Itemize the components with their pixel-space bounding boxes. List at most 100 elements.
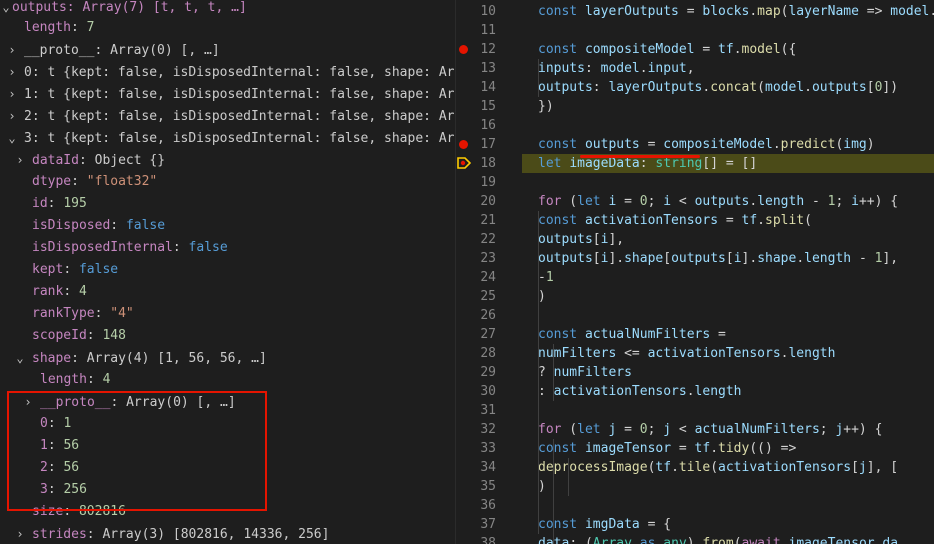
line-number[interactable]: 13: [456, 59, 496, 78]
chevron-down-icon[interactable]: ⌄: [14, 347, 26, 369]
line-number[interactable]: 23: [456, 249, 496, 268]
chevron-right-icon[interactable]: ›: [6, 39, 18, 61]
line-number[interactable]: 34: [456, 458, 496, 477]
code-text: const actualNumFilters =: [538, 327, 726, 342]
var-strides[interactable]: › strides: Array(3) [802816, 14336, 256]: [0, 523, 455, 544]
chevron-right-icon[interactable]: ›: [6, 61, 18, 83]
code-text: numFilters <= activationTensors.length: [538, 346, 836, 361]
code-line[interactable]: 24 -1: [456, 268, 934, 287]
var-item-0[interactable]: › 0: t {kept: false, isDisposedInternal: …: [0, 61, 455, 83]
line-number[interactable]: 36: [456, 496, 496, 515]
code-line[interactable]: 14 outputs: layerOutputs.concat(model.ou…: [456, 78, 934, 97]
var-item-2[interactable]: › 2: t {kept: false, isDisposedInternal: …: [0, 105, 455, 127]
var-isDisposed[interactable]: isDisposed: false: [0, 215, 455, 237]
var-shape-length[interactable]: length: 4: [0, 369, 455, 391]
line-number[interactable]: 16: [456, 116, 496, 135]
code-line[interactable]: 35 ): [456, 477, 934, 496]
code-line[interactable]: 23 outputs[i].shape[outputs[i].shape.len…: [456, 249, 934, 268]
line-number[interactable]: 20: [456, 192, 496, 211]
chevron-right-icon[interactable]: ›: [6, 105, 18, 127]
line-number[interactable]: 21: [456, 211, 496, 230]
line-number[interactable]: 29: [456, 363, 496, 382]
var-dataId[interactable]: › dataId: Object {}: [0, 149, 455, 171]
var-size[interactable]: size: 802816: [0, 501, 455, 523]
code-line[interactable]: 30 : activationTensors.length: [456, 382, 934, 401]
var-kept[interactable]: kept: false: [0, 259, 455, 281]
code-line[interactable]: 12 const compositeModel = tf.model({: [456, 40, 934, 59]
var-shape-proto[interactable]: › __proto__: Array(0) [, …]: [0, 391, 455, 413]
var-isDisposedInternal[interactable]: isDisposedInternal: false: [0, 237, 455, 259]
line-number[interactable]: 30: [456, 382, 496, 401]
line-number[interactable]: 38: [456, 534, 496, 544]
var-item-1[interactable]: › 1: t {kept: false, isDisposedInternal: …: [0, 83, 455, 105]
code-line[interactable]: 10 const layerOutputs = blocks.map(layerN…: [456, 2, 934, 21]
code-line[interactable]: 20 for (let i = 0; i < outputs.length - 1…: [456, 192, 934, 211]
code-line[interactable]: 33 const imageTensor = tf.tidy(() =>: [456, 439, 934, 458]
line-number[interactable]: 31: [456, 401, 496, 420]
var-id[interactable]: id: 195: [0, 193, 455, 215]
code-line[interactable]: 19: [456, 173, 934, 192]
var-dtype[interactable]: dtype: "float32": [0, 171, 455, 193]
code-line[interactable]: 25 ): [456, 287, 934, 306]
chevron-down-icon[interactable]: ⌄: [0, 0, 12, 18]
colon: :: [47, 196, 64, 211]
code-line[interactable]: 26: [456, 306, 934, 325]
line-number[interactable]: 11: [456, 21, 496, 40]
code-line[interactable]: 17 const outputs = compositeModel.predict…: [456, 135, 934, 154]
line-number[interactable]: 26: [456, 306, 496, 325]
code-text: }): [538, 99, 554, 114]
code-line[interactable]: 15}): [456, 97, 934, 116]
var-item-3[interactable]: ⌄ 3: t {kept: false, isDisposedInternal: …: [0, 127, 455, 149]
code-line[interactable]: 37 const imgData = {: [456, 515, 934, 534]
chevron-right-icon[interactable]: ›: [14, 149, 26, 171]
code-editor[interactable]: 10 const layerOutputs = blocks.map(layerN…: [456, 0, 934, 544]
breakpoint-icon[interactable]: [459, 140, 468, 149]
chevron-right-icon[interactable]: ›: [14, 523, 26, 544]
chevron-right-icon[interactable]: ›: [22, 391, 34, 413]
code-line[interactable]: 29 ? numFilters: [456, 363, 934, 382]
var-shape-2[interactable]: 2: 56: [0, 457, 455, 479]
line-number[interactable]: 24: [456, 268, 496, 287]
var-rankType[interactable]: rankType: "4": [0, 303, 455, 325]
line-number[interactable]: 37: [456, 515, 496, 534]
breakpoint-icon[interactable]: [459, 45, 468, 54]
chevron-right-icon[interactable]: ›: [6, 83, 18, 105]
var-shape-0[interactable]: 0: 1: [0, 413, 455, 435]
code-line[interactable]: 27 const actualNumFilters =: [456, 325, 934, 344]
line-number[interactable]: 25: [456, 287, 496, 306]
line-number[interactable]: 14: [456, 78, 496, 97]
var-shape-1[interactable]: 1: 56: [0, 435, 455, 457]
code-line[interactable]: 22 outputs[i],: [456, 230, 934, 249]
line-number[interactable]: 35: [456, 477, 496, 496]
code-text: deprocessImage(tf.tile(activationTensors…: [538, 460, 899, 475]
var-proto[interactable]: › __proto__: Array(0) [, …]: [0, 39, 455, 61]
line-number[interactable]: 32: [456, 420, 496, 439]
line-number[interactable]: 15: [456, 97, 496, 116]
chevron-down-icon[interactable]: ⌄: [6, 127, 18, 149]
code-line[interactable]: 21 const activationTensors = tf.split(: [456, 211, 934, 230]
line-number[interactable]: 27: [456, 325, 496, 344]
var-outputs[interactable]: ⌄ outputs: Array(7) [t, t, t, …]: [0, 0, 455, 18]
code-line[interactable]: 38 data: (Array as any).from(await image…: [456, 534, 934, 544]
line-number[interactable]: 19: [456, 173, 496, 192]
var-rank[interactable]: rank: 4: [0, 281, 455, 303]
key-label: rank: [32, 284, 64, 299]
var-outputs-length[interactable]: length: 7: [0, 17, 455, 39]
line-number[interactable]: 10: [456, 2, 496, 21]
code-line[interactable]: 32 for (let j = 0; j < actualNumFilters;…: [456, 420, 934, 439]
code-line[interactable]: 34 deprocessImage(tf.tile(activationTens…: [456, 458, 934, 477]
code-line[interactable]: 36: [456, 496, 934, 515]
code-line[interactable]: 16: [456, 116, 934, 135]
current-line-arrow-icon: [457, 157, 471, 169]
code-line[interactable]: 28 numFilters <= activationTensors.lengt…: [456, 344, 934, 363]
var-shape[interactable]: ⌄ shape: Array(4) [1, 56, 56, …]: [0, 347, 455, 369]
line-number[interactable]: 22: [456, 230, 496, 249]
line-number[interactable]: 33: [456, 439, 496, 458]
var-scopeId[interactable]: scopeId: 148: [0, 325, 455, 347]
code-line[interactable]: 13 inputs: model.input,: [456, 59, 934, 78]
var-shape-3[interactable]: 3: 256: [0, 479, 455, 501]
code-line[interactable]: 11: [456, 21, 934, 40]
code-line[interactable]: 31: [456, 401, 934, 420]
key-label: rankType: [32, 306, 95, 321]
line-number[interactable]: 28: [456, 344, 496, 363]
